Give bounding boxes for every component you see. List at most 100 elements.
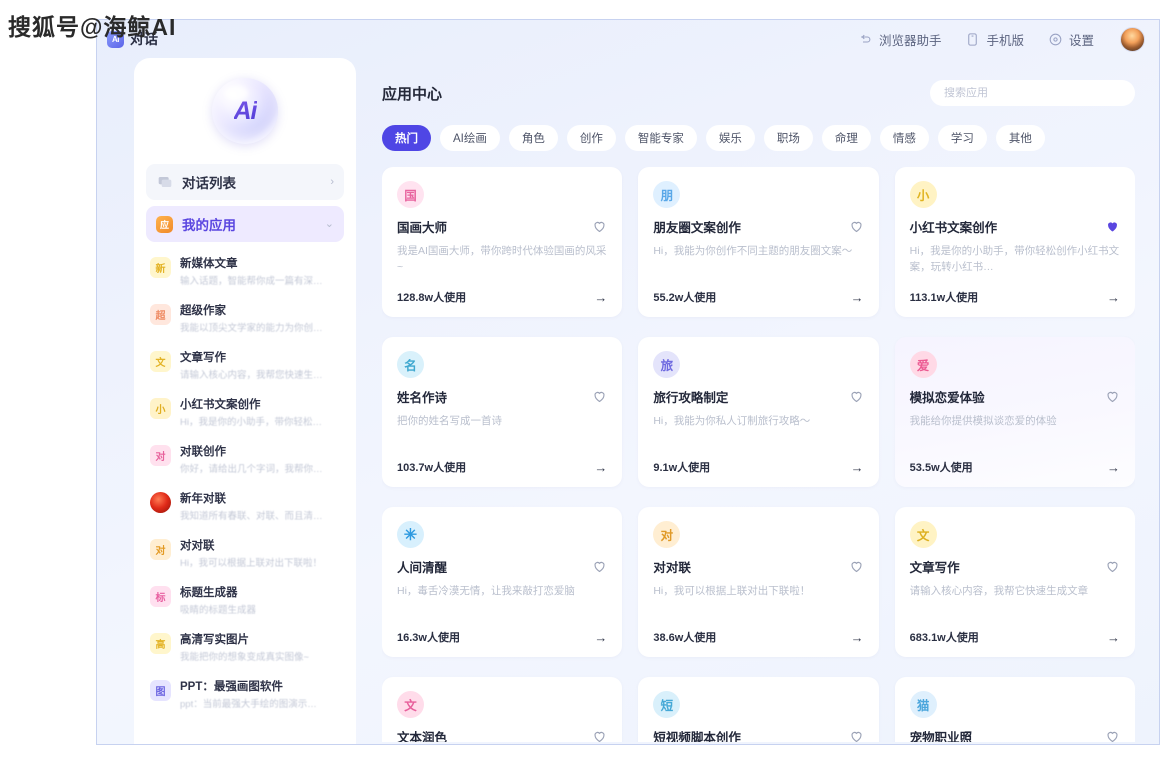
list-item-title: PPT：最强画图软件 (180, 681, 283, 693)
tab-emotion[interactable]: 情感 (879, 125, 929, 151)
arrow-right-icon[interactable]: → (1107, 461, 1120, 474)
list-item[interactable]: 对 对联创作 你好，请给出几个字词，我帮你… (134, 436, 356, 483)
app-card[interactable]: 文 文本润色 → (382, 677, 623, 742)
tab-workplace[interactable]: 职场 (763, 125, 813, 151)
favorite-heart-icon[interactable] (849, 219, 864, 234)
list-item[interactable]: 小 小红书文案创作 Hi，我是你的小助手，带你轻松… (134, 389, 356, 436)
app-card-title: 小红书文案创作 (909, 221, 998, 235)
list-item[interactable]: 文 文章写作 请输入核心内容，我帮您快速生… (134, 342, 356, 389)
search-box[interactable] (930, 80, 1135, 106)
favorite-heart-icon[interactable] (592, 389, 607, 404)
tab-fortune[interactable]: 命理 (821, 125, 871, 151)
search-input[interactable] (944, 87, 1121, 99)
tab-creation[interactable]: 创作 (566, 125, 616, 151)
app-card-title: 短视频脚本创作 (653, 731, 741, 742)
arrow-right-icon[interactable]: → (594, 631, 607, 644)
avatar[interactable] (1120, 26, 1145, 52)
usage-count: 128.8w人使用 (397, 292, 467, 304)
list-item-desc: 你好，请给出几个字词，我帮你… (180, 464, 323, 475)
favorite-heart-icon[interactable] (849, 729, 864, 742)
app-card[interactable]: 国 国画大师 我是AI国画大师，带你跨时代体验国画的风采~ 128.8w人使用 … (382, 167, 623, 317)
list-item-title: 新年对联 (180, 493, 226, 505)
tab-role[interactable]: 角色 (508, 125, 558, 151)
sidebar-item-my-apps[interactable]: 应 我的应用 ⌄ (146, 206, 344, 242)
list-item-texts: 新媒体文章 输入话题，智能帮你成一篇有深… (180, 255, 323, 287)
list-item-texts: 标题生成器 吸睛的标题生成器 (180, 584, 256, 616)
tab-study[interactable]: 学习 (937, 125, 987, 151)
favorite-heart-icon[interactable] (1105, 389, 1120, 404)
app-card[interactable]: 名 姓名作诗 把你的姓名写成一首诗 103.7w人使用 → (382, 337, 623, 487)
sidebar-item-chat-list[interactable]: 对话列表 › (146, 164, 344, 200)
tab-smart-expert[interactable]: 智能专家 (624, 125, 697, 151)
arrow-right-icon[interactable]: → (1107, 291, 1120, 304)
arrow-right-icon[interactable]: → (1107, 631, 1120, 644)
arrow-right-icon[interactable]: → (851, 461, 864, 474)
list-item-desc: 吸睛的标题生成器 (180, 605, 257, 616)
sidebar-app-list: 新 新媒体文章 输入话题，智能帮你成一篇有深… 超 超级作家 我能以顶尖文学家的… (134, 248, 356, 718)
app-card-header: 模拟恋爱体验 (910, 387, 1120, 406)
list-item[interactable]: 图 PPT：最强画图软件 ppt：当前最强大手绘的图演示… (134, 671, 356, 718)
list-item-desc: 我能以顶尖文学家的能力为你创… (180, 323, 323, 334)
list-item-texts: 高清写实图片 我能把你的想象变成真实图像~ (180, 631, 309, 663)
arrow-right-icon[interactable]: → (851, 631, 864, 644)
tab-hot[interactable]: 热门 (382, 125, 431, 151)
arrow-right-icon[interactable]: → (851, 291, 864, 304)
browser-assistant-label: 浏览器助手 (878, 33, 942, 48)
tab-entertainment[interactable]: 娱乐 (705, 125, 755, 151)
list-item[interactable]: 标 标题生成器 吸睛的标题生成器 (134, 577, 356, 624)
app-card-title: 文章写作 (909, 561, 960, 575)
list-item-title: 高清写实图片 (180, 634, 249, 646)
favorite-heart-icon[interactable] (592, 219, 607, 234)
ai-orb-label: Ai (233, 96, 258, 125)
list-item[interactable]: 高 高清写实图片 我能把你的想象变成真实图像~ (134, 624, 356, 671)
app-thumbnail-icon (150, 492, 171, 513)
settings-button[interactable]: 设置 (1048, 30, 1094, 49)
app-card-header: 姓名作诗 (397, 387, 607, 406)
arrow-right-icon[interactable]: → (594, 461, 607, 474)
app-card[interactable]: ✳ 人间清醒 Hi，毒舌冷漠无情，让我来敲打恋爱脑 16.3w人使用 → (382, 507, 623, 657)
mobile-version-button[interactable]: 手机版 (965, 30, 1024, 49)
app-card-footer: 103.7w人使用 → (397, 459, 607, 475)
favorite-heart-icon[interactable] (1105, 559, 1120, 574)
app-card[interactable]: 对 对对联 Hi，我可以根据上联对出下联啦！ 38.6w人使用 → (638, 507, 879, 657)
list-item[interactable]: 新年对联 我知道所有春联、对联、而且清… (134, 483, 356, 530)
browser-assistant-button[interactable]: 浏览器助手 (858, 30, 942, 49)
app-card-desc: Hi，我能为你创作不同主题的朋友圈文案～ (653, 245, 853, 257)
favorite-heart-icon[interactable] (849, 389, 864, 404)
tab-ai-painting[interactable]: AI绘画 (440, 125, 500, 151)
arrow-right-icon[interactable]: → (594, 291, 607, 304)
app-badge-icon: 文 (150, 351, 171, 372)
app-badge-icon: 小 (150, 398, 171, 419)
app-card-header: 短视频脚本创作 (653, 727, 863, 742)
favorite-heart-icon[interactable] (592, 729, 607, 742)
app-cards-grid: 国 国画大师 我是AI国画大师，带你跨时代体验国画的风采~ 128.8w人使用 … (382, 167, 1135, 742)
list-item[interactable]: 超 超级作家 我能以顶尖文学家的能力为你创… (134, 295, 356, 342)
app-badge-icon: 图 (150, 680, 171, 701)
app-card-title: 模拟恋爱体验 (909, 391, 985, 405)
app-card-desc: 把你的姓名写成一首诗 (397, 415, 502, 427)
app-window: Ai 对话 浏览器助手 手机版 设置 Ai 对话列表 › 应 我的应用 ⌄ 新 … (96, 19, 1160, 745)
list-item[interactable]: 新 新媒体文章 输入话题，智能帮你成一篇有深… (134, 248, 356, 295)
favorite-heart-icon[interactable] (1105, 729, 1120, 742)
app-card[interactable]: 朋 朋友圈文案创作 Hi，我能为你创作不同主题的朋友圈文案～ 55.2w人使用 … (638, 167, 879, 317)
app-card-footer: 683.1w人使用 → (910, 629, 1120, 645)
app-card[interactable]: 文 文章写作 请输入核心内容，我帮它快速生成文章 683.1w人使用 → (894, 507, 1135, 657)
favorite-heart-icon[interactable] (592, 559, 607, 574)
favorite-heart-icon[interactable] (849, 559, 864, 574)
list-item-desc: 请输入核心内容，我帮您快速生… (180, 370, 323, 381)
my-apps-badge: 应 (156, 215, 173, 233)
app-card-header: 朋友圈文案创作 (653, 217, 863, 236)
list-item[interactable]: 对 对对联 Hi，我可以根据上联对出下联啦！ (134, 530, 356, 577)
app-card[interactable]: 短 短视频脚本创作 → (638, 677, 879, 742)
app-card[interactable]: 旅 旅行攻略制定 Hi，我能为你私人订制旅行攻略～ 9.1w人使用 → (638, 337, 879, 487)
top-bar: Ai 对话 浏览器助手 手机版 设置 (97, 20, 1159, 58)
list-item-desc: 输入话题，智能帮你成一篇有深… (180, 276, 323, 287)
app-card[interactable]: 爱 模拟恋爱体验 我能给你提供模拟谈恋爱的体验 53.5w人使用 → (894, 337, 1135, 487)
favorite-heart-icon[interactable] (1105, 219, 1120, 234)
list-item-texts: 新年对联 我知道所有春联、对联、而且清… (180, 490, 323, 522)
app-card-header: 旅行攻略制定 (653, 387, 863, 406)
app-card[interactable]: 猫 宠物职业照 → (894, 677, 1135, 742)
app-card[interactable]: 小 小红书文案创作 Hi，我是你的小助手，带你轻松创作小红书文案，玩转小红书… … (894, 167, 1135, 317)
tab-other[interactable]: 其他 (995, 125, 1045, 151)
ai-orb-logo-icon: Ai (212, 78, 278, 144)
